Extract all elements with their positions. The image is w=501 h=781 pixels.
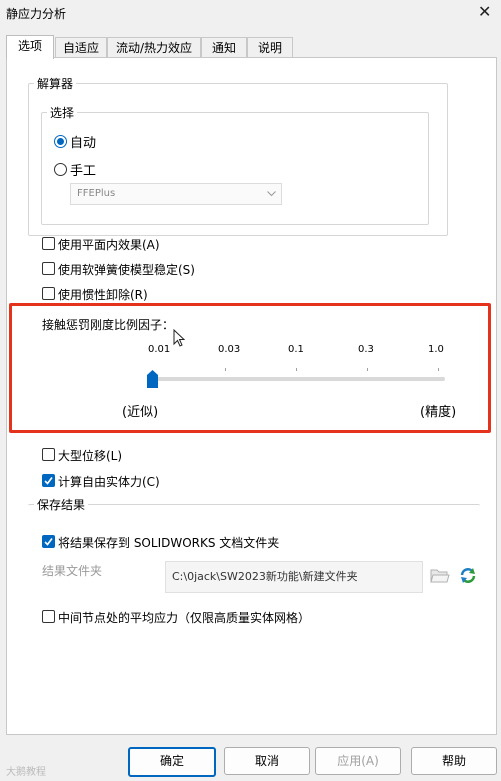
auto-radio[interactable]: [54, 135, 67, 148]
close-button[interactable]: ✕: [478, 2, 491, 22]
large-displacement-checkbox[interactable]: [42, 448, 55, 461]
free-body-checkbox[interactable]: [42, 474, 55, 487]
results-folder-label: 结果文件夹: [42, 564, 103, 578]
results-folder-field[interactable]: C:\0jack\SW2023新功能\新建文件夹: [165, 561, 423, 593]
auto-label: 自动: [70, 136, 97, 151]
inertial-relief-checkbox[interactable]: [42, 287, 55, 300]
tick-mark: [225, 368, 226, 371]
approx-label: (近似): [122, 405, 159, 420]
tick-mark: [438, 368, 439, 371]
select-group: [41, 112, 429, 225]
checkmark-icon: [44, 477, 53, 485]
select-legend: 选择: [47, 104, 78, 121]
contact-penalty-label: 接触惩罚刚度比例因子：: [42, 318, 175, 332]
solver-dropdown-value: FFEPlus: [77, 188, 116, 199]
tick-label-1: 0.03: [218, 344, 241, 355]
tab-description[interactable]: 说明: [247, 37, 293, 58]
apply-button[interactable]: 应用(A): [315, 747, 401, 775]
inertial-relief-label: 使用惯性卸除(R): [58, 288, 148, 302]
solver-dropdown[interactable]: FFEPlus: [70, 183, 282, 205]
tick-label-3: 0.3: [358, 344, 374, 355]
large-displacement-label: 大型位移(L): [58, 449, 123, 463]
precision-label: (精度): [420, 405, 457, 420]
penalty-slider-thumb[interactable]: [147, 370, 158, 388]
mouse-cursor-icon: [173, 329, 186, 347]
window-title: 静应力分析: [6, 7, 67, 21]
soft-spring-checkbox[interactable]: [42, 262, 55, 275]
folder-icon[interactable]: [430, 566, 450, 584]
watermark: 大鹅教程: [6, 767, 46, 778]
chevron-down-icon: [267, 191, 276, 197]
penalty-slider-track[interactable]: [152, 377, 445, 381]
tick-mark: [367, 368, 368, 371]
tick-label-2: 0.1: [288, 344, 304, 355]
save-to-folder-checkbox[interactable]: [42, 535, 55, 548]
mid-node-label: 中间节点处的平均应力（仅限高质量实体网格）: [58, 611, 311, 625]
free-body-label: 计算自由实体力(C): [58, 475, 160, 489]
save-results-legend: 保存结果: [34, 496, 89, 513]
results-folder-value: C:\0jack\SW2023新功能\新建文件夹: [172, 570, 358, 583]
manual-radio[interactable]: [54, 163, 67, 176]
refresh-icon[interactable]: [458, 566, 478, 584]
tick-label-0: 0.01: [148, 344, 171, 355]
manual-label: 手工: [70, 164, 97, 179]
help-button[interactable]: 帮助: [411, 747, 497, 775]
inplane-checkbox[interactable]: [42, 237, 55, 250]
save-to-folder-label: 将结果保存到 SOLIDWORKS 文档文件夹: [58, 536, 280, 550]
tab-flow-thermal[interactable]: 流动/热力效应: [107, 37, 201, 58]
mid-node-checkbox[interactable]: [42, 610, 55, 623]
solver-legend: 解算器: [34, 75, 77, 92]
tab-adaptive[interactable]: 自适应: [55, 37, 107, 58]
tab-options[interactable]: 选项: [6, 35, 54, 59]
title-bar: [0, 0, 501, 30]
tab-notification[interactable]: 通知: [201, 37, 247, 58]
tick-label-4: 1.0: [428, 344, 444, 355]
ok-button[interactable]: 确定: [128, 747, 216, 777]
cancel-button[interactable]: 取消: [224, 747, 310, 775]
soft-spring-label: 使用软弹簧使模型稳定(S): [58, 263, 195, 277]
tick-mark: [296, 368, 297, 371]
checkmark-icon: [44, 538, 53, 546]
inplane-label: 使用平面内效果(A): [58, 238, 160, 252]
